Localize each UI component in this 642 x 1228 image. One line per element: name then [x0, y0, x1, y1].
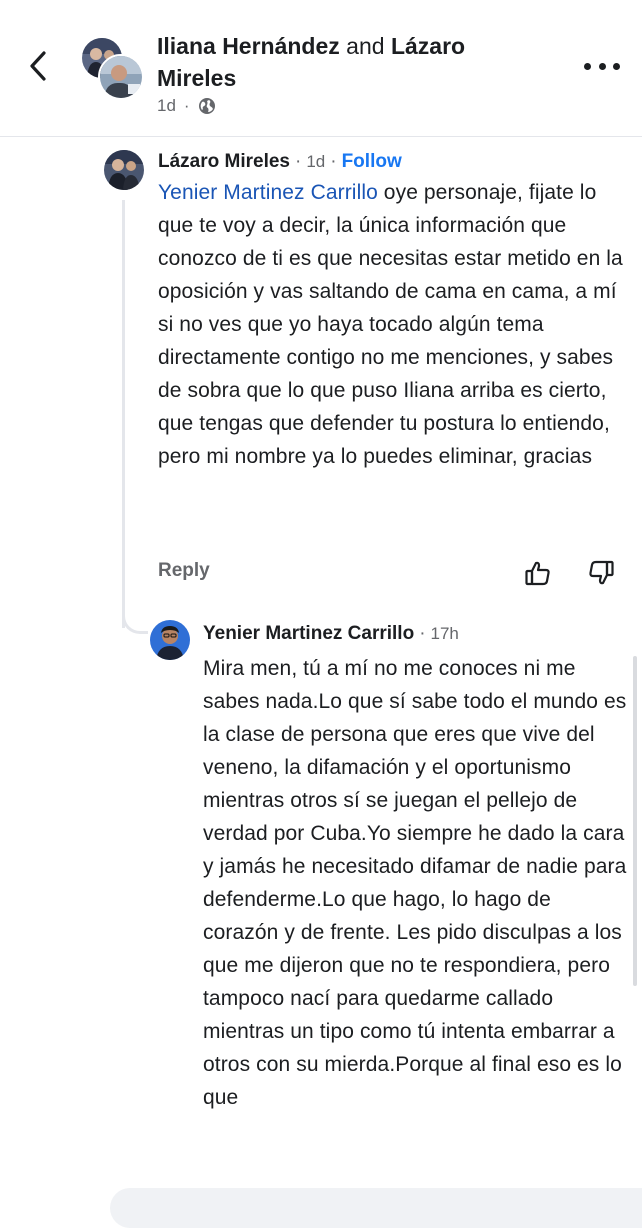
post-avatars[interactable]: [80, 36, 144, 100]
author-name[interactable]: Iliana Hernández: [157, 33, 340, 59]
mention-link[interactable]: Yenier Martinez Carrillo: [158, 181, 378, 204]
scrollbar[interactable]: [633, 656, 637, 986]
chevron-left-icon: [30, 51, 46, 81]
more-dot: [598, 62, 606, 70]
more-dot: [613, 62, 620, 70]
globe-icon: [198, 98, 215, 114]
comment-input-bar[interactable]: [110, 1188, 642, 1228]
title-conjunction: and: [346, 33, 385, 59]
avatar[interactable]: [104, 150, 144, 190]
back-button[interactable]: [22, 44, 54, 88]
separator: ·: [419, 623, 426, 644]
upvote-button[interactable]: [523, 558, 553, 588]
post-header: Iliana Hernández and Lázaro Mireles 1d ·: [0, 0, 642, 137]
thumbs-down-icon: [589, 560, 614, 585]
reply-button[interactable]: Reply: [158, 560, 210, 582]
comment-author[interactable]: Yenier Martinez Carrillo: [203, 623, 414, 645]
comment-text: Yenier Martinez Carrillo oye personaje, …: [158, 176, 628, 473]
separator: ·: [330, 151, 337, 172]
avatar[interactable]: [98, 54, 144, 100]
follow-button[interactable]: Follow: [342, 151, 402, 173]
meta-separator: ·: [183, 96, 190, 115]
thumbs-up-icon: [525, 561, 550, 586]
comment-time[interactable]: 17h: [431, 624, 459, 644]
post-title[interactable]: Iliana Hernández and Lázaro Mireles: [157, 30, 547, 94]
post-age[interactable]: 1d: [157, 96, 176, 116]
post-meta: 1d ·: [157, 94, 216, 118]
comment-time[interactable]: 1d: [306, 152, 325, 172]
comment-author[interactable]: Lázaro Mireles: [158, 151, 290, 173]
comment-body: oye personaje, fijate lo que te voy a de…: [158, 181, 623, 468]
comment-body: Mira men, tú a mí no me conoces ni me sa…: [203, 657, 627, 1109]
thread-line: [122, 200, 125, 628]
downvote-button[interactable]: [586, 558, 616, 588]
more-horizontal-icon: [584, 62, 591, 70]
avatar[interactable]: [150, 620, 190, 660]
separator: ·: [295, 151, 302, 172]
comment-header: Yenier Martinez Carrillo · 17h: [203, 620, 459, 648]
thread-line-curve: [122, 600, 148, 634]
more-options-button[interactable]: [584, 56, 620, 76]
comment-header: Lázaro Mireles · 1d · Follow: [158, 148, 402, 176]
